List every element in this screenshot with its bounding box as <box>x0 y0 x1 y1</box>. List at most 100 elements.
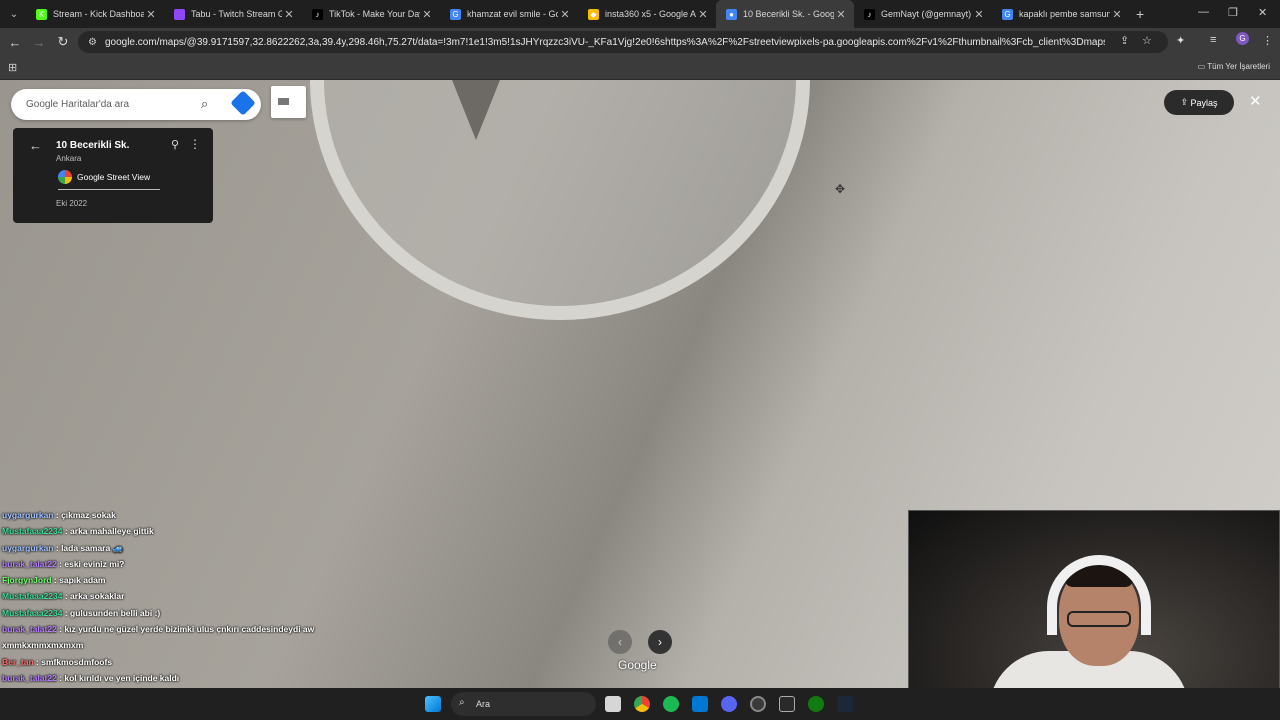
url-text: google.com/maps/@39.9171597,32.8622262,3… <box>104 36 1105 48</box>
tab-1[interactable]: Tabu - Twitch Stream Gam✕ <box>164 0 302 28</box>
chat-text: xmmkxmmxmxmxm <box>2 640 84 651</box>
tab-favicon-icon: ● <box>726 8 737 20</box>
search-icon[interactable]: ⌕ <box>201 96 208 112</box>
bookmark-star-icon[interactable]: ☆ <box>1142 34 1152 47</box>
share-button[interactable]: ⇪ Paylaş <box>1164 90 1234 115</box>
site-info-icon[interactable]: ⚙ <box>88 37 97 48</box>
reload-icon[interactable]: ↻ <box>51 34 75 50</box>
chat-message: burak_talat22 : kol kırıldı ve yen içind… <box>2 672 180 683</box>
tab-5[interactable]: ● 10 Becerikli Sk. - Google ✕ <box>716 0 854 28</box>
tab-6[interactable]: ♪ GemNayt (@gemnayt) | T✕ <box>854 0 992 28</box>
tab-7[interactable]: Gkapaklı pembe samsung ✕ <box>992 0 1130 28</box>
tab-close-icon[interactable]: ✕ <box>1110 8 1124 21</box>
store-icon[interactable] <box>692 696 708 712</box>
chat-username: burak_talat22 <box>2 624 57 635</box>
taskbar-search[interactable]: ⌕ Ara <box>451 692 596 716</box>
chrome-icon[interactable] <box>634 696 650 712</box>
google-logo-icon <box>58 170 72 184</box>
capture-date: Eki 2022 <box>56 199 88 208</box>
chat-username: Mustafaaa2234 <box>2 607 63 618</box>
tab-close-icon[interactable]: ✕ <box>420 8 434 21</box>
forward-icon[interactable]: → <box>27 35 51 50</box>
tab-title: GemNayt (@gemnayt) | T <box>881 9 972 19</box>
divider <box>58 189 160 190</box>
chat-text: kız yurdu ne güzel yerde bizimki ulus çn… <box>64 624 315 635</box>
tab-4[interactable]: ◆ insta360 x5 - Google Alış ✕ <box>578 0 716 28</box>
tab-favicon-icon: ♪ <box>312 8 323 20</box>
tab-2[interactable]: ♪ TikTok - Make Your Day ✕ <box>302 0 440 28</box>
minimize-icon[interactable]: — <box>1198 6 1209 18</box>
bookmarks-bar: ⊞ ▭ Tüm Yer İşaretleri <box>0 56 1280 80</box>
menu-icon[interactable]: ⋮ <box>1262 34 1273 47</box>
chat-username: uygargurkan <box>2 510 54 520</box>
media-icon[interactable]: ≡ <box>1210 34 1216 46</box>
share-label: Paylaş <box>1190 97 1218 108</box>
tab-close-icon[interactable]: ✕ <box>282 8 296 21</box>
tab-title: Stream - Kick Dashboard <box>53 9 144 19</box>
back-arrow-icon[interactable]: ← <box>29 138 42 153</box>
tab-3[interactable]: Gkhamzat evil smile - Goog✕ <box>440 0 578 28</box>
tab-close-icon[interactable]: ✕ <box>834 8 848 21</box>
chat-message: uygargurkan : lada samara 🚙 <box>2 542 124 553</box>
place-info-card: ← 10 Becerikli Sk. Ankara ⚲ ⋮ Google Str… <box>13 128 213 223</box>
tab-close-icon[interactable]: ✕ <box>696 8 710 21</box>
steam-icon[interactable] <box>837 696 853 712</box>
taskbar-search-label: Ara <box>476 699 491 709</box>
chat-message: Mustafaaa2234 : arka mahalleye gittik <box>2 526 154 537</box>
xbox-icon[interactable] <box>808 696 824 712</box>
chat-text: gulusunden belli abi :) <box>70 607 161 618</box>
apps-grid-icon[interactable]: ⊞ <box>8 61 17 74</box>
tab-search-icon[interactable]: ⌄ <box>2 4 26 24</box>
tab-close-icon[interactable]: ✕ <box>972 8 986 21</box>
close-street-view-icon[interactable]: ✕ <box>1249 92 1262 110</box>
layers-thumbnail-button[interactable] <box>271 86 306 118</box>
move-cursor-icon: ✥ <box>835 182 846 196</box>
all-bookmarks-label: Tüm Yer İşaretleri <box>1207 62 1270 71</box>
chat-username: Mustafaaa2234 <box>2 526 63 537</box>
chat-username: Ber_tan <box>2 656 34 667</box>
tab-favicon-icon: ♪ <box>864 8 875 20</box>
omnibox[interactable]: ⚙ google.com/maps/@39.9171597,32.8622262… <box>78 31 1168 53</box>
taskbar-search-icon: ⌕ <box>459 697 465 708</box>
install-icon[interactable]: ⇪ <box>1120 34 1129 47</box>
spotify-icon[interactable] <box>663 696 679 712</box>
chat-message: Mustafaaa2234 : gulusunden belli abi :) <box>2 607 161 618</box>
chat-text: eski eviniz mi? <box>64 558 125 569</box>
new-tab-icon[interactable]: + <box>1136 6 1144 22</box>
profile-avatar[interactable]: G <box>1236 32 1249 45</box>
chat-message: Mustafaaa2234 : arka sokaklar <box>2 591 125 602</box>
chat-username: burak_talat22 <box>2 558 57 569</box>
chat-text: smfkmosdmfoofs <box>41 656 113 667</box>
obs-icon[interactable] <box>750 696 766 712</box>
chat-text: sapık adam <box>59 575 106 586</box>
maximize-icon[interactable]: ❐ <box>1228 6 1238 19</box>
maps-search-input[interactable]: Google Haritalar'da ara <box>26 99 129 110</box>
imagery-source[interactable]: Google Street View <box>58 170 150 184</box>
location-pin-icon[interactable]: ⚲ <box>171 138 179 151</box>
windows-taskbar: ⌕ Ara <box>0 688 1280 720</box>
next-photo-icon[interactable]: › <box>648 630 672 654</box>
tab-close-icon[interactable]: ✕ <box>144 8 158 21</box>
maps-search-box[interactable]: Google Haritalar'da ara ⌕ <box>11 89 261 120</box>
previous-photo-icon[interactable]: ‹ <box>608 630 632 654</box>
tab-close-icon[interactable]: ✕ <box>558 8 572 21</box>
epic-games-icon[interactable] <box>779 696 795 712</box>
tab-strip: ⌄ K Stream - Kick Dashboard ✕ Tabu - Twitch… <box>0 0 1280 28</box>
chat-text: kol kırıldı ve yen içinde kaldı <box>64 672 180 683</box>
directions-icon[interactable] <box>230 90 256 116</box>
chat-username: burak_talat22 <box>2 672 57 683</box>
place-city: Ankara <box>56 154 82 163</box>
extensions-icon[interactable]: ✦ <box>1176 34 1185 47</box>
window-close-icon[interactable]: ✕ <box>1258 6 1267 19</box>
address-bar-row: ← → ↻ ⚙ google.com/maps/@39.9171597,32.8… <box>0 28 1280 56</box>
back-icon[interactable]: ← <box>3 35 27 50</box>
tab-0[interactable]: K Stream - Kick Dashboard ✕ <box>26 0 164 28</box>
discord-icon[interactable] <box>721 696 737 712</box>
tab-title: kapaklı pembe samsung <box>1019 9 1110 19</box>
start-icon[interactable] <box>425 696 441 712</box>
chat-message: xmmkxmmxmxmxm <box>2 640 422 656</box>
task-view-icon[interactable] <box>605 696 621 712</box>
chat-text: arka mahalleye gittik <box>70 526 154 537</box>
more-options-icon[interactable]: ⋮ <box>189 137 201 151</box>
all-bookmarks[interactable]: ▭ Tüm Yer İşaretleri <box>1198 62 1270 71</box>
